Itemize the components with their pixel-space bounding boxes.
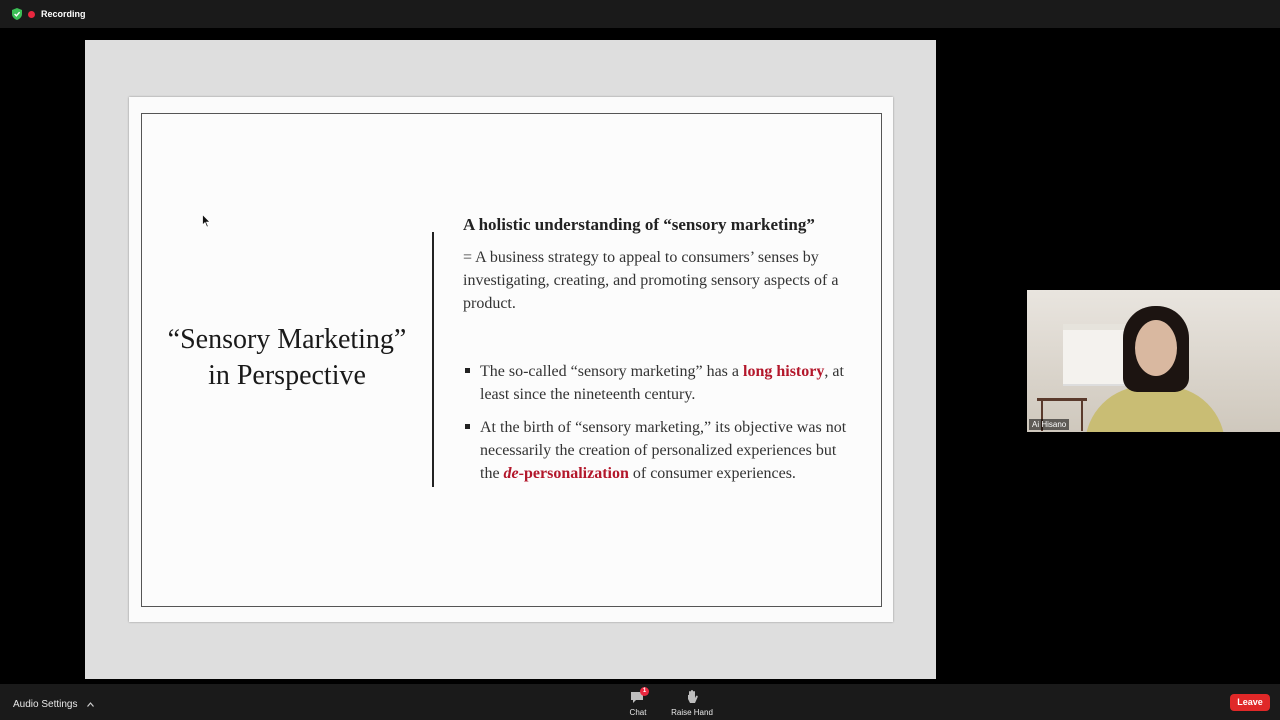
audio-settings-label: Audio Settings: [13, 699, 78, 710]
participant-video[interactable]: Ai Hisano: [1027, 290, 1280, 432]
slide-title: “Sensory Marketing” in Perspective: [150, 322, 424, 394]
chat-button[interactable]: 1 Chat: [608, 687, 668, 717]
audio-settings-button[interactable]: Audio Settings: [13, 699, 94, 710]
leave-button[interactable]: Leave: [1230, 694, 1270, 711]
slide-bullet: At the birth of “sensory marketing,” its…: [463, 416, 853, 485]
mouse-cursor-icon: [202, 214, 211, 228]
slide-divider: [432, 232, 434, 487]
meeting-toolbar: Audio Settings 1 Chat Raise Hand Leave: [0, 684, 1280, 720]
chevron-up-icon: [86, 702, 94, 707]
background-table: [1037, 398, 1087, 401]
meeting-top-bar: Recording: [0, 0, 1280, 28]
participant-name: Ai Hisano: [1029, 419, 1070, 430]
slide-bullet: The so-called “sensory marketing” has a …: [463, 360, 853, 406]
chat-notification-badge: 1: [640, 687, 649, 696]
recording-label: Recording: [41, 9, 86, 19]
recording-indicator[interactable]: Recording: [12, 8, 86, 20]
recording-dot-icon: [28, 10, 35, 18]
chat-label: Chat: [629, 708, 647, 717]
slide-heading: A holistic understanding of “sensory mar…: [463, 215, 815, 234]
participant-face: [1135, 320, 1177, 376]
shield-check-icon: [12, 8, 22, 20]
participant-body: [1085, 386, 1225, 432]
slide-definition: = A business strategy to appeal to consu…: [463, 249, 839, 312]
slide-bullet-list: The so-called “sensory marketing” has a …: [463, 360, 853, 485]
raise-hand-button[interactable]: Raise Hand: [662, 688, 722, 717]
slide-title-line1: “Sensory Marketing”: [167, 324, 407, 355]
slide-title-line2: in Perspective: [208, 360, 366, 391]
raise-hand-icon: [688, 690, 698, 703]
raise-hand-label: Raise Hand: [671, 708, 713, 717]
slide-content: A holistic understanding of “sensory mar…: [463, 212, 853, 495]
